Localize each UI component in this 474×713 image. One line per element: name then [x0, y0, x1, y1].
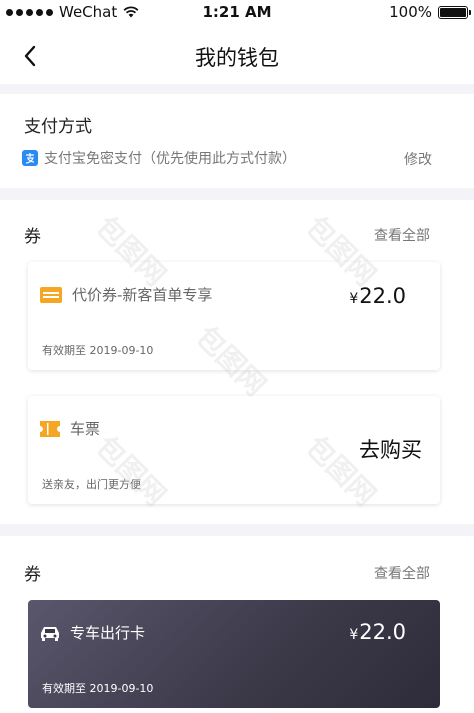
train-ticket-header: 车票 — [40, 418, 100, 439]
train-ticket-title: 车票 — [70, 420, 101, 438]
train-ticket-icon — [40, 420, 60, 437]
cards-section-title: 券 — [24, 565, 41, 585]
alipay-icon — [22, 150, 38, 166]
divider — [0, 524, 474, 536]
battery-percent: 100% — [389, 3, 432, 21]
chevron-left-icon[interactable] — [18, 44, 42, 68]
status-bar: WeChat 1:21 AM 100% — [0, 0, 474, 24]
buy-button[interactable]: 去购买 — [359, 434, 422, 464]
ticket-icon — [40, 286, 62, 303]
ride-card-header: 专车出行卡 — [40, 622, 145, 643]
train-ticket-subtitle: 送亲友，出门更方便 — [42, 478, 141, 491]
nav-bar: 我的钱包 — [0, 30, 474, 82]
coupon-card[interactable]: 代价券-新客首单专享 有效期至 2019-09-10 ¥22.0 — [28, 262, 440, 370]
train-ticket-card[interactable]: 车票 送亲友，出门更方便 去购买 — [28, 396, 440, 504]
cards-view-all-link[interactable]: 查看全部 — [374, 563, 430, 583]
divider — [0, 84, 474, 94]
coupon-expiry: 有效期至 2019-09-10 — [42, 344, 154, 357]
battery-icon — [438, 5, 471, 19]
ride-card-price: ¥22.0 — [349, 620, 406, 644]
payment-method-label: 支付宝免密支付（优先使用此方式付款） — [44, 151, 296, 167]
page-title: 我的钱包 — [195, 46, 279, 70]
coupons-view-all-link[interactable]: 查看全部 — [374, 225, 430, 245]
ride-card[interactable]: 专车出行卡 有效期至 2019-09-10 ¥22.0 — [28, 600, 440, 708]
coupons-section-title: 券 — [24, 227, 41, 247]
car-icon — [41, 626, 59, 641]
status-right: 100% — [389, 3, 471, 21]
payment-method-row[interactable]: 支付宝免密支付（优先使用此方式付款） — [22, 148, 296, 168]
divider — [0, 188, 474, 200]
coupon-price: ¥22.0 — [349, 284, 406, 308]
coupon-card-header: 代价券-新客首单专享 — [40, 284, 212, 305]
ride-card-title: 专车出行卡 — [70, 624, 146, 642]
payment-section-title: 支付方式 — [24, 117, 92, 137]
ride-card-expiry: 有效期至 2019-09-10 — [42, 682, 154, 695]
modify-button[interactable]: 修改 — [404, 149, 432, 169]
coupon-title: 代价券-新客首单专享 — [72, 286, 213, 304]
